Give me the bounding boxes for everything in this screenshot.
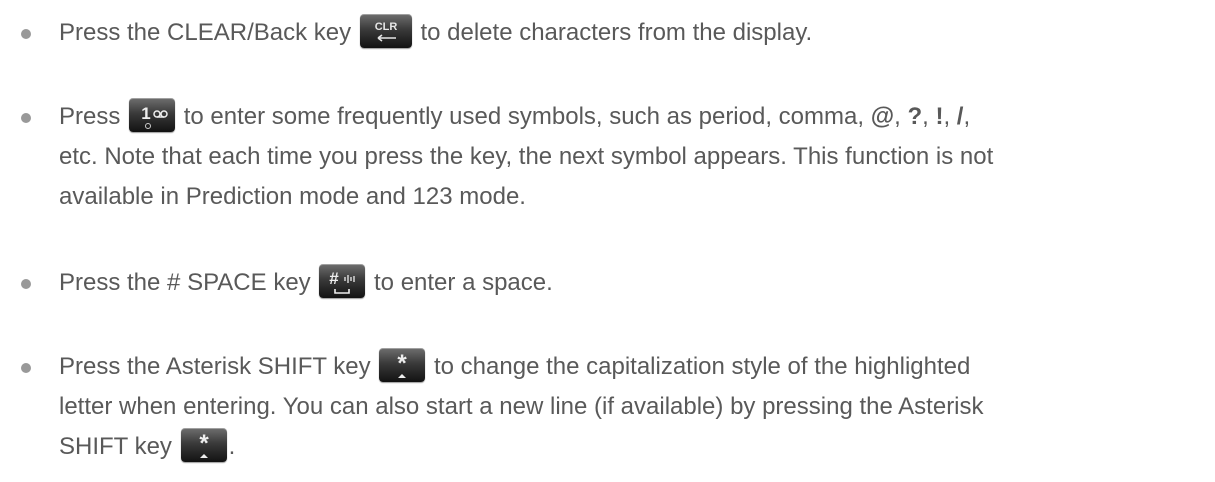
separator: , — [963, 103, 971, 130]
bullet-dot — [21, 113, 31, 123]
svg-text:*: * — [199, 430, 209, 457]
list-item: Press the CLEAR/Back key CLR to delete c… — [21, 13, 1199, 53]
list-item: Press the Asterisk SHIFT key * to change… — [21, 347, 1199, 467]
separator: , — [894, 103, 908, 130]
separator: , — [922, 103, 936, 130]
list-item: Press the # SPACE key # to enter a space… — [21, 263, 1199, 303]
one-voicemail-key-icon: 1 — [129, 97, 176, 132]
text-line: SHIFT key * . — [59, 427, 1199, 467]
text-line: Press the CLEAR/Back key CLR to delete c… — [59, 13, 1199, 53]
item-text: Press — [59, 103, 121, 130]
svg-text:#: # — [330, 269, 340, 288]
text-line: Press the # SPACE key # to enter a space… — [59, 263, 1199, 303]
text-line: letter when entering. You can also start… — [59, 393, 984, 420]
clr-key-icon: CLR — [359, 13, 412, 48]
svg-text:1: 1 — [141, 104, 150, 123]
list-item: Press 1 to enter some frequently used sy… — [21, 97, 1199, 217]
question-symbol: ? — [907, 103, 923, 130]
item-text: . — [228, 433, 236, 460]
item-text: Press the Asterisk SHIFT key — [59, 353, 371, 380]
bullet-dot — [21, 279, 31, 289]
item-text: SHIFT key — [59, 433, 172, 460]
item-text: Press the # SPACE key — [59, 269, 311, 296]
text-line: etc. Note that each time you press the k… — [59, 143, 994, 170]
key-label: CLR — [374, 21, 397, 33]
item-text: to change the capitalization style of th… — [427, 353, 971, 380]
svg-text:*: * — [398, 350, 408, 377]
hash-space-key-icon: # — [319, 263, 366, 298]
item-text: to enter a space. — [367, 269, 553, 296]
item-text: to enter some frequently used symbols, s… — [177, 103, 871, 130]
at-symbol: @ — [870, 103, 895, 130]
item-text: Press the CLEAR/Back key — [59, 19, 352, 46]
text-line: available in Prediction mode and 123 mod… — [59, 183, 526, 210]
document-page: Press the CLEAR/Back key CLR to delete c… — [0, 0, 1215, 482]
asterisk-shift-key-icon: * — [180, 427, 227, 462]
bullet-dot — [21, 363, 31, 373]
bullet-dot — [21, 29, 31, 39]
separator: , — [943, 103, 957, 130]
item-text: to delete characters from the display. — [413, 19, 813, 46]
asterisk-shift-key-icon: * — [379, 347, 426, 382]
text-line: Press the Asterisk SHIFT key * to change… — [59, 347, 1199, 387]
text-line: Press 1 to enter some frequently used sy… — [59, 97, 1199, 137]
